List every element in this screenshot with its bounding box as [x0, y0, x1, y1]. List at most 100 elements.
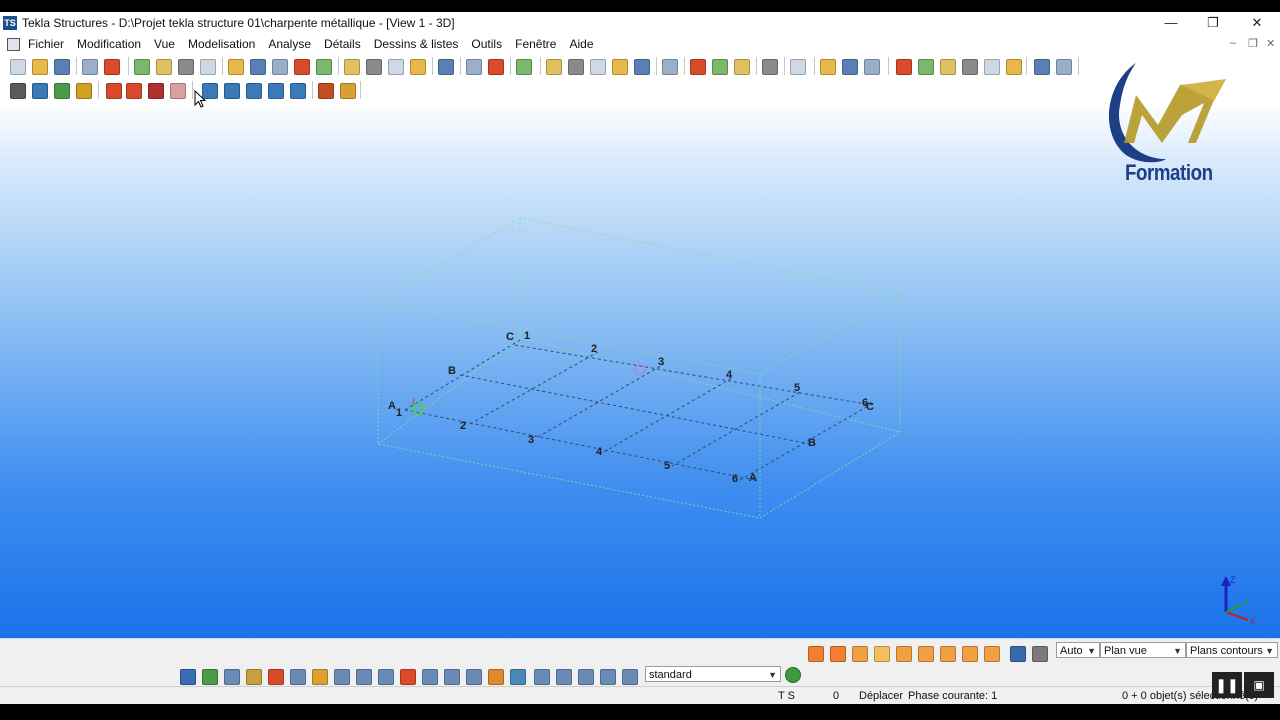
menu-fenetre[interactable]: Fenêtre	[515, 37, 556, 51]
select-button-19[interactable]	[578, 669, 594, 685]
select-button-4[interactable]	[246, 669, 262, 685]
toolbar-button-27[interactable]	[634, 59, 650, 75]
steel-toolbar-button-1[interactable]	[10, 83, 26, 99]
pause-icon[interactable]: ❚❚	[1212, 672, 1242, 698]
steel-toolbar-button-3[interactable]	[54, 83, 70, 99]
menu-modification[interactable]: Modification	[77, 37, 141, 51]
select-button-1[interactable]	[180, 669, 196, 685]
snap-button-8[interactable]	[962, 646, 978, 662]
filter-settings-icon[interactable]	[785, 667, 801, 683]
toolbar-button-4[interactable]	[82, 59, 98, 75]
steel-toolbar-button-4[interactable]	[76, 83, 92, 99]
plan-select[interactable]: Plan vue ▼	[1100, 642, 1186, 658]
toolbar-button-11[interactable]	[250, 59, 266, 75]
toolbar-button-44[interactable]	[1056, 59, 1072, 75]
toolbar-button-19[interactable]	[438, 59, 454, 75]
toolbar-button-23[interactable]	[546, 59, 562, 75]
steel-toolbar-button-11[interactable]	[246, 83, 262, 99]
view-3d[interactable]: 1 2 3 4 5 6 1 2 3 4 5 6 A B C A B C Z Y …	[0, 90, 1280, 638]
menu-modelisation[interactable]: Modelisation	[188, 37, 255, 51]
select-button-21[interactable]	[622, 669, 638, 685]
select-button-6[interactable]	[290, 669, 306, 685]
steel-toolbar-button-2[interactable]	[32, 83, 48, 99]
toolbar-button-22[interactable]	[516, 59, 532, 75]
toolbar-button-15[interactable]	[344, 59, 360, 75]
menu-details[interactable]: Détails	[324, 37, 361, 51]
snap-button-10[interactable]	[1010, 646, 1026, 662]
toolbar-button-21[interactable]	[488, 59, 504, 75]
toolbar-button-32[interactable]	[762, 59, 778, 75]
minimize-icon[interactable]: —	[1156, 14, 1186, 32]
select-button-15[interactable]	[488, 669, 504, 685]
menu-aide[interactable]: Aide	[569, 37, 593, 51]
steel-toolbar-button-7[interactable]	[148, 83, 164, 99]
snap-button-1[interactable]	[808, 646, 824, 662]
menu-dessins-listes[interactable]: Dessins & listes	[374, 37, 459, 51]
restore-icon[interactable]: ❐	[1198, 14, 1228, 32]
toolbar-button-18[interactable]	[410, 59, 426, 75]
toolbar-button-42[interactable]	[1006, 59, 1022, 75]
select-button-13[interactable]	[444, 669, 460, 685]
toolbar-button-9[interactable]	[200, 59, 216, 75]
toolbar-button-28[interactable]	[662, 59, 678, 75]
menu-vue[interactable]: Vue	[154, 37, 175, 51]
toolbar-button-40[interactable]	[962, 59, 978, 75]
snap-button-11[interactable]	[1032, 646, 1048, 662]
snap-button-5[interactable]	[896, 646, 912, 662]
toolbar-button-7[interactable]	[156, 59, 172, 75]
toolbar-button-35[interactable]	[842, 59, 858, 75]
mdi-restore-icon[interactable]: ❐	[1248, 37, 1258, 50]
toolbar-button-41[interactable]	[984, 59, 1000, 75]
menu-fichier[interactable]: Fichier	[28, 37, 64, 51]
toolbar-button-17[interactable]	[388, 59, 404, 75]
toolbar-button-13[interactable]	[294, 59, 310, 75]
toolbar-button-31[interactable]	[734, 59, 750, 75]
select-button-3[interactable]	[224, 669, 240, 685]
toolbar-button-38[interactable]	[918, 59, 934, 75]
toolbar-button-34[interactable]	[820, 59, 836, 75]
select-button-17[interactable]	[534, 669, 550, 685]
toolbar-button-2[interactable]	[32, 59, 48, 75]
select-button-10[interactable]	[378, 669, 394, 685]
steel-toolbar-button-15[interactable]	[340, 83, 356, 99]
auto-select[interactable]: Auto ▼	[1056, 642, 1100, 658]
document-icon[interactable]	[7, 38, 20, 51]
select-button-8[interactable]	[334, 669, 350, 685]
select-button-20[interactable]	[600, 669, 616, 685]
toolbar-button-14[interactable]	[316, 59, 332, 75]
steel-toolbar-button-13[interactable]	[290, 83, 306, 99]
snap-button-7[interactable]	[940, 646, 956, 662]
select-button-14[interactable]	[466, 669, 482, 685]
menu-analyse[interactable]: Analyse	[268, 37, 311, 51]
select-button-18[interactable]	[556, 669, 572, 685]
contour-select[interactable]: Plans contours ▼	[1186, 642, 1278, 658]
toolbar-button-24[interactable]	[568, 59, 584, 75]
toolbar-button-29[interactable]	[690, 59, 706, 75]
select-button-5[interactable]	[268, 669, 284, 685]
select-button-16[interactable]	[510, 669, 526, 685]
toolbar-button-36[interactable]	[864, 59, 880, 75]
select-button-9[interactable]	[356, 669, 372, 685]
steel-toolbar-button-14[interactable]	[318, 83, 334, 99]
toolbar-button-5[interactable]	[104, 59, 120, 75]
mdi-minimize-icon[interactable]: –	[1230, 37, 1236, 49]
filter-select[interactable]: standard ▼	[645, 666, 781, 682]
toolbar-button-39[interactable]	[940, 59, 956, 75]
snap-button-6[interactable]	[918, 646, 934, 662]
steel-toolbar-button-12[interactable]	[268, 83, 284, 99]
steel-toolbar-button-5[interactable]	[106, 83, 122, 99]
steel-toolbar-button-10[interactable]	[224, 83, 240, 99]
select-button-12[interactable]	[422, 669, 438, 685]
toolbar-button-8[interactable]	[178, 59, 194, 75]
menu-outils[interactable]: Outils	[471, 37, 502, 51]
select-button-11[interactable]	[400, 669, 416, 685]
pip-icon[interactable]: ▣	[1244, 672, 1274, 698]
snap-button-4[interactable]	[874, 646, 890, 662]
toolbar-button-30[interactable]	[712, 59, 728, 75]
mdi-close-icon[interactable]: ✕	[1266, 37, 1275, 50]
toolbar-button-1[interactable]	[10, 59, 26, 75]
toolbar-button-25[interactable]	[590, 59, 606, 75]
toolbar-button-43[interactable]	[1034, 59, 1050, 75]
toolbar-button-12[interactable]	[272, 59, 288, 75]
snap-button-3[interactable]	[852, 646, 868, 662]
